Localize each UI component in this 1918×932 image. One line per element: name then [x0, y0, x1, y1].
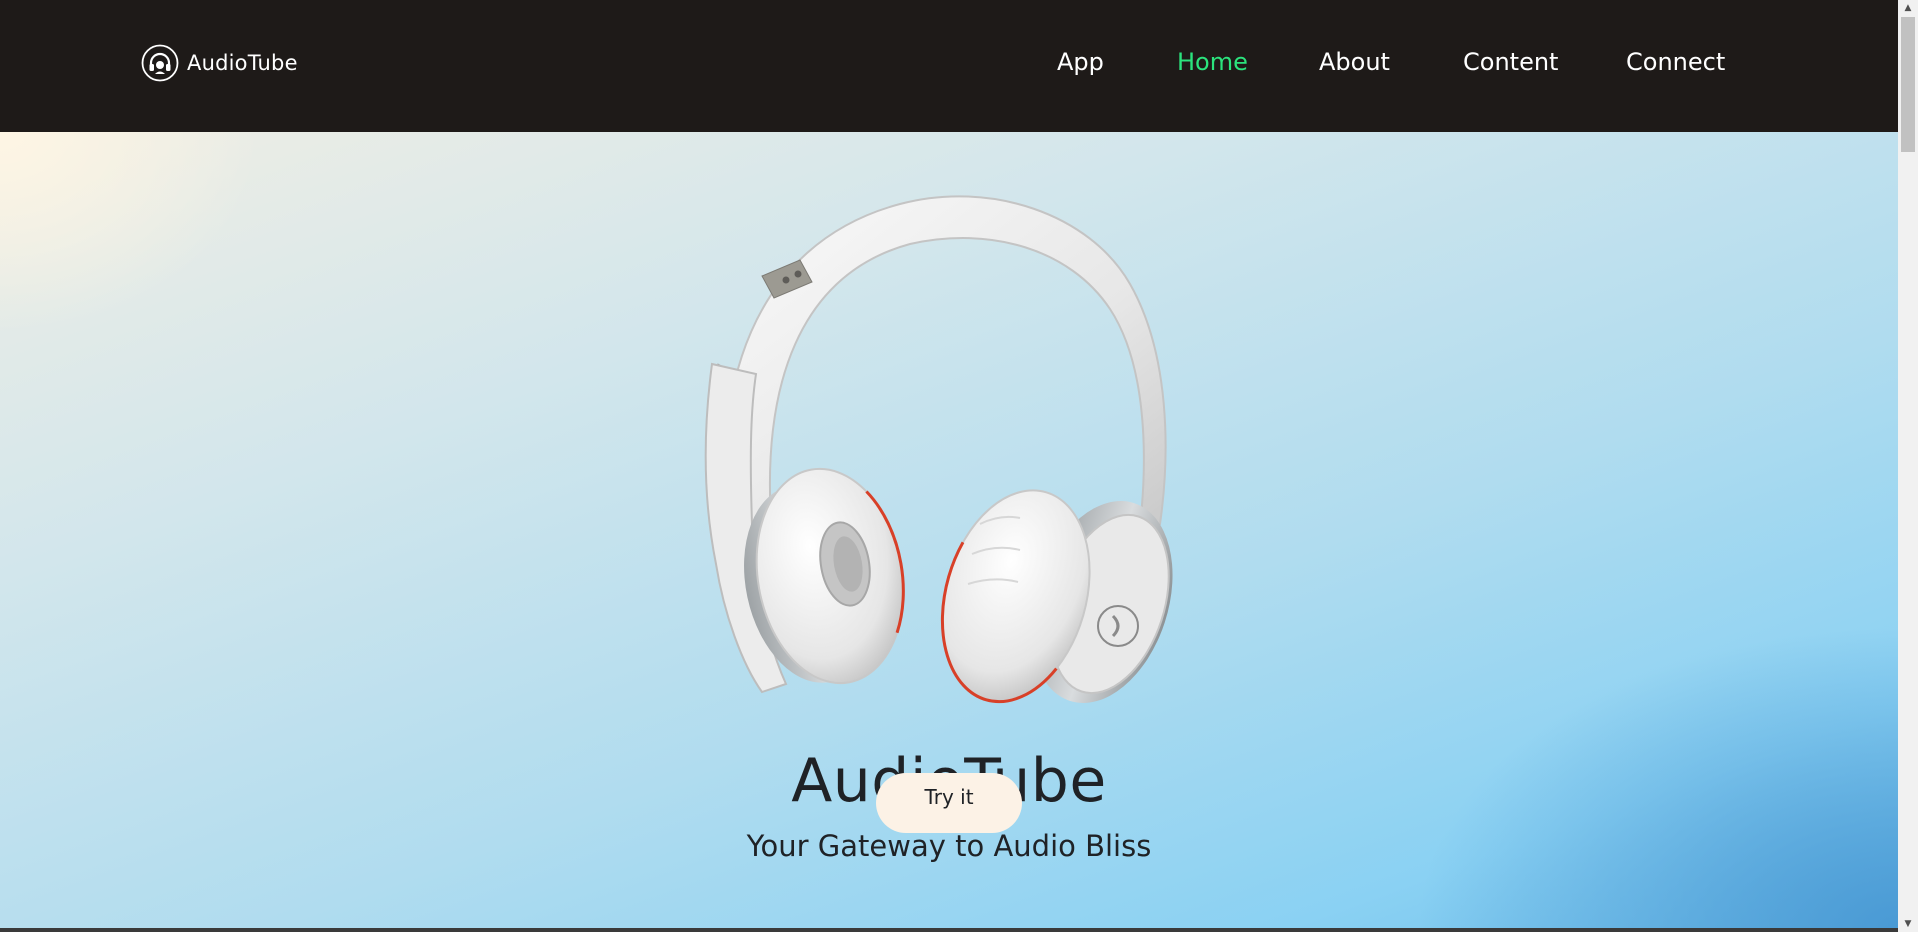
- nav-link-about[interactable]: About: [1319, 48, 1390, 76]
- hero-subtitle: Your Gateway to Audio Bliss: [746, 829, 1152, 863]
- nav-link-connect[interactable]: Connect: [1626, 48, 1725, 76]
- top-navbar: AudioTube App Home About Content Connect: [0, 0, 1898, 132]
- scroll-up-arrow-icon[interactable]: ▲: [1898, 0, 1918, 16]
- scrollbar-thumb[interactable]: [1901, 17, 1915, 152]
- brand-logo-link[interactable]: AudioTube: [141, 44, 298, 82]
- scroll-down-arrow-icon[interactable]: ▼: [1898, 916, 1918, 932]
- brand-name: AudioTube: [187, 51, 298, 75]
- nav-link-content[interactable]: Content: [1463, 48, 1558, 76]
- headphones-image: [704, 195, 1173, 704]
- nav-link-home[interactable]: Home: [1177, 48, 1248, 76]
- vertical-scrollbar[interactable]: ▲ ▼: [1898, 0, 1918, 932]
- headphones-logo-icon: [141, 44, 179, 82]
- nav-link-app[interactable]: App: [1057, 48, 1104, 76]
- bottom-edge-strip: [0, 928, 1898, 932]
- try-it-button[interactable]: Try it: [876, 773, 1022, 833]
